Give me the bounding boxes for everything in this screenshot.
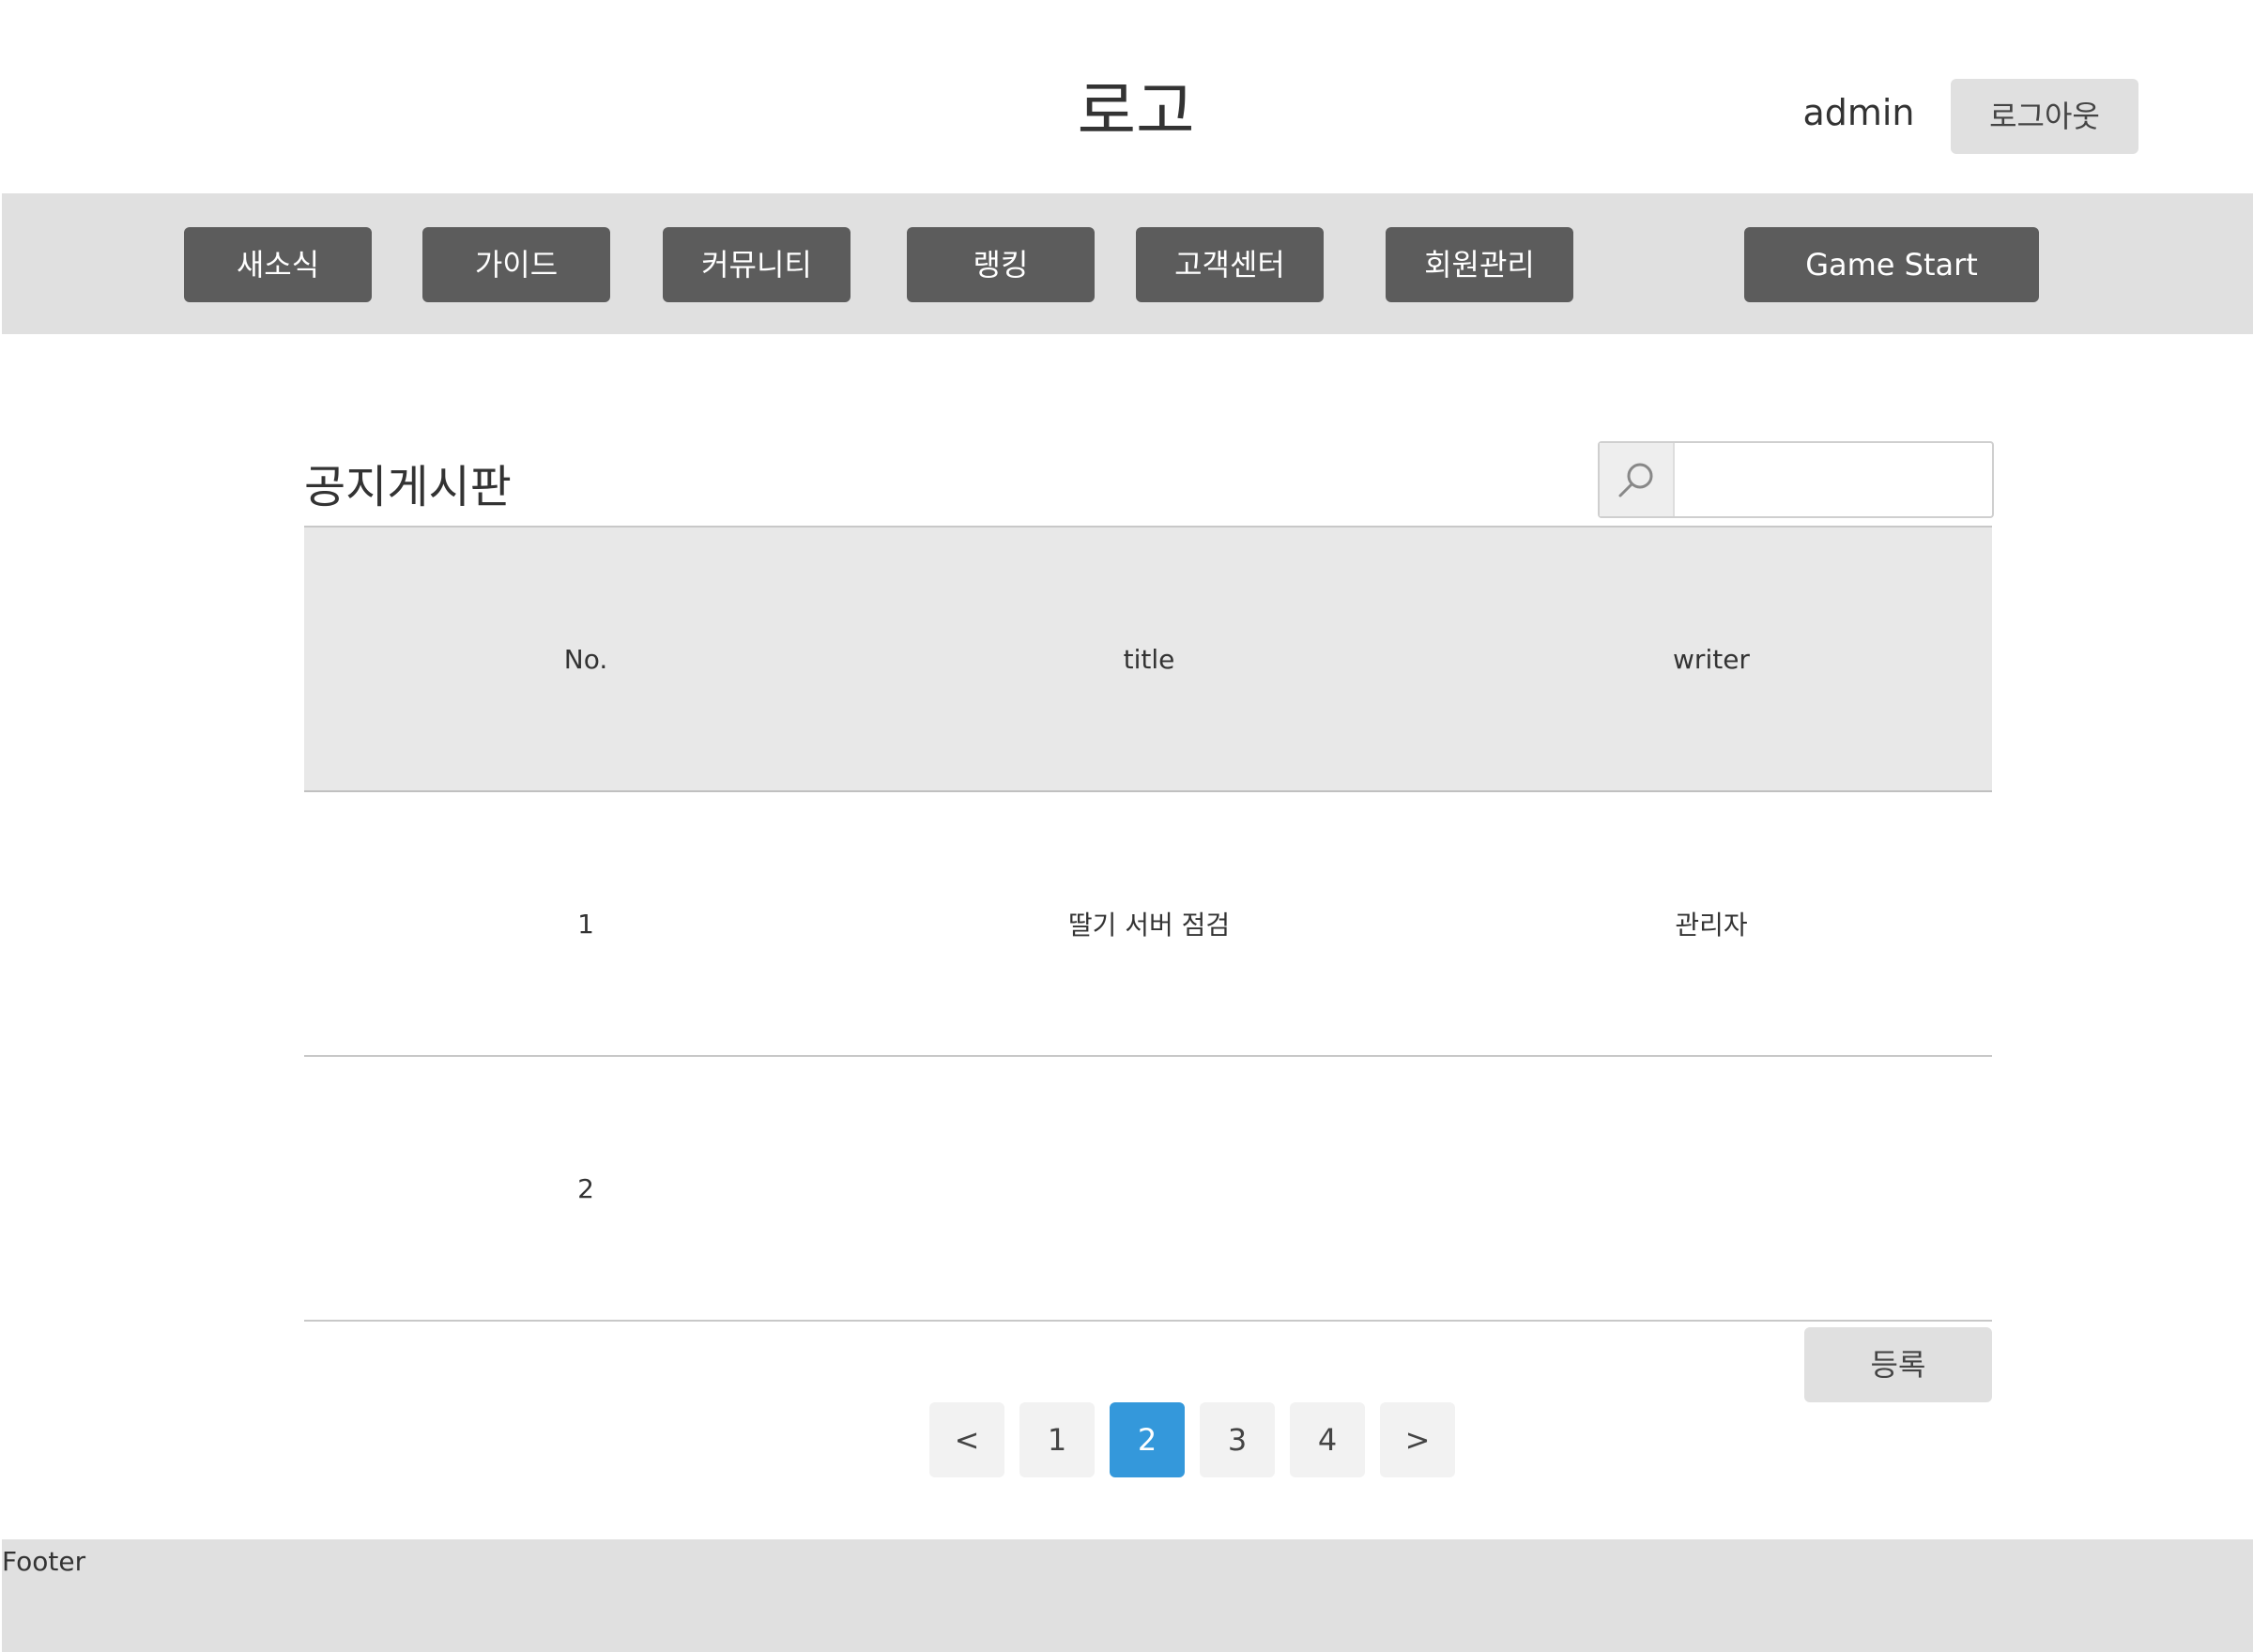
table-row[interactable]: 1 딸기 서버 점검 관리자 bbox=[304, 792, 1992, 1057]
column-header-title: title bbox=[1123, 643, 1175, 675]
page-button-4[interactable]: 4 bbox=[1290, 1402, 1365, 1477]
column-header-no: No. bbox=[563, 643, 608, 675]
footer: Footer bbox=[2, 1539, 2253, 1652]
page-button-3[interactable]: 3 bbox=[1200, 1402, 1275, 1477]
row-no: 1 bbox=[577, 908, 594, 940]
page-button-2[interactable]: 2 bbox=[1110, 1402, 1185, 1477]
main-nav: 새소식 가이드 커뮤니티 랭킹 고객센터 회원관리 Game Start bbox=[2, 193, 2253, 334]
row-title[interactable]: 딸기 서버 점검 bbox=[867, 792, 1431, 1055]
user-name: admin bbox=[1802, 92, 1915, 133]
pagination: < 1 2 3 4 > bbox=[929, 1402, 1455, 1477]
page-title: 공지게시판 bbox=[304, 461, 512, 513]
nav-item-news[interactable]: 새소식 bbox=[184, 227, 372, 302]
nav-item-community[interactable]: 커뮤니티 bbox=[663, 227, 851, 302]
row-title[interactable] bbox=[867, 1057, 1431, 1320]
row-no: 2 bbox=[577, 1172, 594, 1204]
notice-table: No. title writer 1 딸기 서버 점검 관리자 2 bbox=[304, 526, 1992, 1322]
table-header: No. title writer bbox=[304, 528, 1992, 792]
search-box bbox=[1598, 441, 1994, 518]
search-input[interactable] bbox=[1678, 449, 1983, 511]
nav-item-member-management[interactable]: 회원관리 bbox=[1386, 227, 1573, 302]
column-header-writer: writer bbox=[1673, 643, 1750, 675]
next-page-button[interactable]: > bbox=[1380, 1402, 1455, 1477]
table-row[interactable]: 2 bbox=[304, 1057, 1992, 1322]
row-writer: 관리자 bbox=[1675, 910, 1748, 941]
register-button[interactable]: 등록 bbox=[1804, 1327, 1992, 1402]
logout-button[interactable]: 로그아웃 bbox=[1951, 79, 2138, 154]
logo[interactable]: 로고 bbox=[1033, 66, 1239, 160]
nav-item-ranking[interactable]: 랭킹 bbox=[907, 227, 1095, 302]
row-writer bbox=[1431, 1057, 1992, 1320]
nav-item-support[interactable]: 고객센터 bbox=[1136, 227, 1324, 302]
header: 로고 admin 로그아웃 bbox=[0, 0, 2253, 192]
nav-item-guide[interactable]: 가이드 bbox=[422, 227, 610, 302]
search-icon[interactable] bbox=[1600, 443, 1675, 516]
footer-text: Footer bbox=[2, 1546, 86, 1577]
game-start-button[interactable]: Game Start bbox=[1744, 227, 2039, 302]
page-button-1[interactable]: 1 bbox=[1019, 1402, 1095, 1477]
prev-page-button[interactable]: < bbox=[929, 1402, 1004, 1477]
